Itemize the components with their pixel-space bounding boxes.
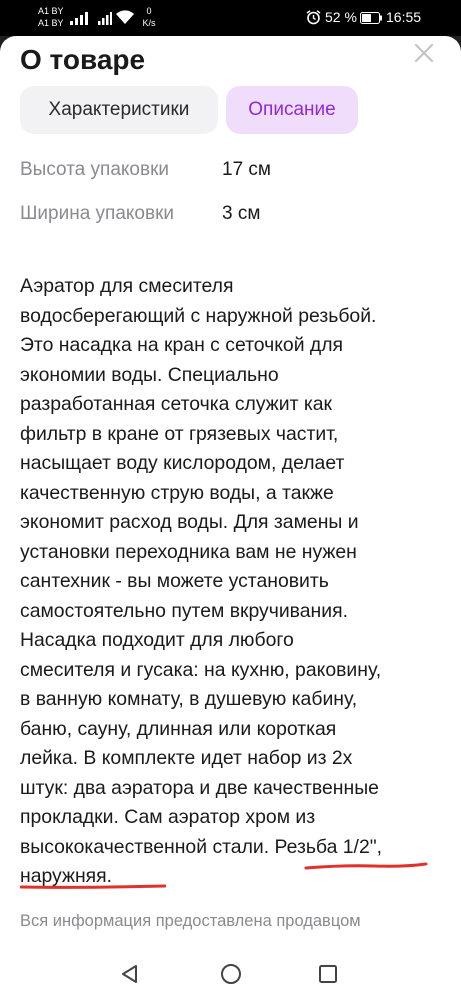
spec-label: Высота упаковки [20, 159, 169, 180]
battery-icon [360, 12, 382, 24]
description-line: высококачественной стали. Резьба 1/2", [20, 835, 382, 858]
description-line: разработанная сеточка служит как [20, 393, 333, 415]
tab-description[interactable]: Описание [226, 86, 358, 134]
red-underline-annotation [20, 884, 166, 889]
spec-value: 3 см [222, 203, 261, 224]
battery-percent: 52 % [325, 9, 357, 25]
description-line: баню, сауну, длинная или короткая [20, 717, 337, 740]
wifi-icon [116, 10, 134, 24]
sheet-title: О товаре [20, 44, 146, 75]
network-speed-unit: K/s [142, 18, 156, 28]
description-line: Насадка подходит для любого [20, 629, 294, 651]
close-icon[interactable] [411, 40, 437, 66]
recent-square-icon[interactable] [318, 964, 338, 984]
carrier-label-2: A1 BY [38, 18, 64, 28]
description-line: Это насадка на кран с сеточкой для [20, 334, 344, 356]
spec-value: 17 см [222, 159, 271, 180]
description-line: насыщает воду кислородом, делает [20, 452, 345, 474]
description-line: смесителя и гусака: на кухню, раковину, [20, 658, 382, 681]
description-line: фильтр в кране от грязевых частит, [20, 422, 339, 445]
description-line: водосберегающий с наружной резьбой. [20, 304, 377, 327]
description-line: в ванную комнату, в душевую кабину, [20, 688, 358, 710]
description-line: прокладки. Сам аэратор хром из [20, 806, 316, 828]
tab-characteristics[interactable]: Характеристики [20, 86, 218, 134]
red-underline-annotation [304, 862, 428, 870]
status-bar: A1 BY A1 BY 0 K/s 52 % 16:55 [0, 0, 461, 36]
back-triangle-icon[interactable] [119, 963, 141, 985]
description-line: лейка. В комплекте идет набор из 2х [20, 747, 353, 769]
description-line: экономии воды. Специально [20, 363, 279, 386]
network-speed: 0 K/s [139, 5, 159, 29]
product-info-sheet: О товаре Характеристики Описание Высота … [0, 36, 461, 944]
description-line: Аэратор для смесителя [20, 275, 234, 297]
description-line: установки переходника вам не нужен [20, 540, 357, 563]
signal-icon [70, 12, 88, 25]
description-line: качественную струю воды, а также [20, 481, 334, 504]
description-line: сантехник - вы можете установить [20, 570, 329, 592]
clock: 16:55 [386, 9, 422, 25]
seller-disclaimer: Вся информация предоставлена продавцом [20, 912, 361, 930]
description-line: самостоятельно путем вкручивания. [20, 599, 348, 622]
alarm-icon [306, 10, 321, 25]
description-text: Аэратор для смесителя водосберегающий с … [20, 272, 444, 892]
carrier-labels: A1 BY A1 BY [38, 5, 64, 29]
home-circle-icon[interactable] [220, 963, 242, 985]
description-line: экономит расход воды. Для замены и [20, 511, 359, 533]
network-speed-value: 0 [146, 6, 152, 16]
spec-label: Ширина упаковки [20, 203, 175, 224]
description-line: штук: два аэратора и две качественные [20, 776, 379, 799]
signal-icon [98, 12, 112, 25]
system-nav-bar [0, 944, 461, 1000]
carrier-label-1: A1 BY [38, 6, 64, 16]
